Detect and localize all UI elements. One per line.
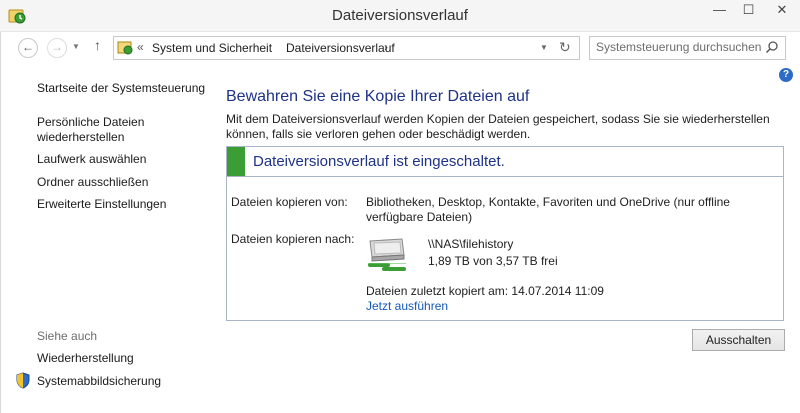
copy-to-label: Dateien kopieren nach:	[231, 232, 355, 246]
control-panel-home-link[interactable]: Startseite der Systemsteuerung	[37, 81, 205, 96]
select-drive-link[interactable]: Laufwerk auswählen	[37, 152, 146, 167]
advanced-settings-link[interactable]: Erweiterte Einstellungen	[37, 197, 166, 212]
search-input[interactable]	[596, 40, 764, 54]
minimize-button[interactable]: —	[706, 0, 733, 22]
destination-free-space: 1,89 TB von 3,57 TB frei	[428, 254, 558, 268]
address-toolbar: ← → ▼ ↑ « System und Sicherheit › Dateiv…	[0, 32, 800, 64]
help-icon[interactable]: ?	[779, 68, 793, 82]
status-text: Dateiversionsverlauf ist eingeschaltet.	[253, 153, 505, 170]
close-button[interactable]: ✕	[764, 0, 800, 22]
last-copy-time: Dateien zuletzt kopiert am: 14.07.2014 1…	[366, 284, 604, 298]
refresh-icon[interactable]: ↻	[559, 39, 571, 56]
shield-icon	[16, 372, 30, 389]
destination-path: \\NAS\filehistory	[428, 237, 514, 251]
run-now-link[interactable]: Jetzt ausführen	[366, 299, 448, 313]
search-box[interactable]	[589, 36, 786, 60]
up-button[interactable]: ↑	[94, 37, 101, 53]
recent-locations-dropdown[interactable]: ▼	[72, 42, 80, 51]
page-description: Mit dem Dateiversionsverlauf werden Kopi…	[226, 112, 770, 141]
left-pane: Startseite der Systemsteuerung Persönlic…	[0, 64, 210, 413]
maximize-button[interactable]: ☐	[735, 0, 762, 22]
window-title: Dateiversionsverlauf	[332, 7, 468, 24]
page-title: Bewahren Sie eine Kopie Ihrer Dateien au…	[226, 88, 530, 105]
back-button[interactable]: ←	[18, 38, 38, 58]
recovery-link[interactable]: Wiederherstellung	[37, 351, 134, 366]
title-bar: Dateiversionsverlauf — ☐ ✕	[0, 0, 800, 32]
breadcrumb-system-security[interactable]: System und Sicherheit	[152, 41, 272, 55]
system-image-backup-link[interactable]: Systemabbildsicherung	[37, 374, 161, 389]
status-indicator	[227, 147, 245, 176]
restore-files-link[interactable]: Persönliche Dateien wiederherstellen	[37, 115, 187, 145]
copy-from-label: Dateien kopieren von:	[231, 195, 348, 209]
turn-off-button[interactable]: Ausschalten	[692, 329, 785, 351]
breadcrumb-file-history[interactable]: Dateiversionsverlauf	[286, 41, 395, 55]
status-panel: Dateiversionsverlauf ist eingeschaltet. …	[226, 146, 784, 321]
search-icon[interactable]	[765, 40, 779, 54]
forward-button[interactable]: →	[47, 38, 67, 58]
address-dropdown[interactable]: ▼	[540, 43, 548, 52]
exclude-folders-link[interactable]: Ordner ausschließen	[37, 175, 148, 190]
status-header: Dateiversionsverlauf ist eingeschaltet.	[227, 147, 783, 177]
address-bar[interactable]: « System und Sicherheit › Dateiversionsv…	[113, 36, 580, 60]
network-drive-icon	[368, 238, 406, 271]
breadcrumb-chevron[interactable]: «	[137, 40, 144, 54]
copy-from-value: Bibliotheken, Desktop, Kontakte, Favorit…	[366, 195, 730, 224]
see-also-heading: Siehe auch	[37, 329, 98, 343]
control-panel-icon	[117, 41, 133, 55]
